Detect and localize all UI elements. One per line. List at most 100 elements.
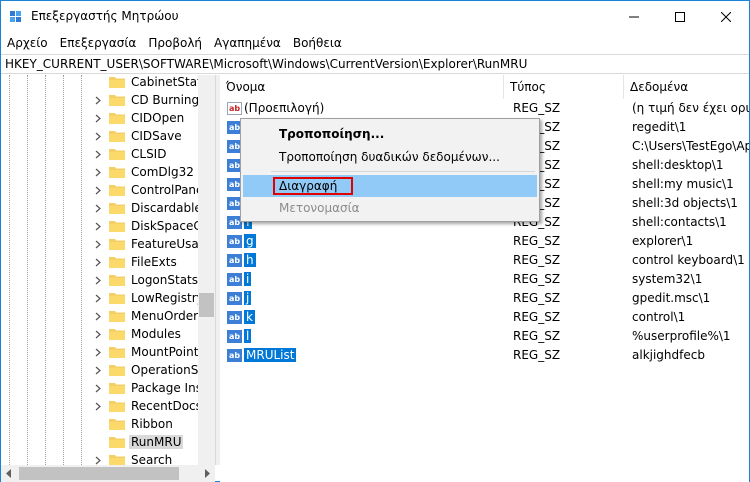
chevron-right-icon[interactable] [93, 253, 103, 271]
chevron-right-icon[interactable] [93, 379, 103, 397]
tree-item[interactable]: Ribbon [93, 415, 175, 433]
maximize-icon [675, 11, 685, 22]
address-bar[interactable]: HKEY_CURRENT_USER\SOFTWARE\Microsoft\Win… [1, 54, 749, 74]
list-row[interactable]: ab MRUList REG_SZ alkjighdfecb [220, 346, 749, 365]
tree-item[interactable]: CabinetState [93, 75, 211, 91]
ctx-delete[interactable]: Διαγραφή [243, 175, 537, 197]
string-value-icon: ab [227, 102, 242, 115]
tree-item[interactable]: LowRegistry [93, 289, 206, 307]
tree-item[interactable]: CLSID [93, 145, 168, 163]
chevron-right-icon[interactable] [93, 181, 103, 199]
string-value-icon: ab [227, 254, 242, 267]
column-header-data[interactable]: Δεδομένα [624, 75, 749, 99]
list-row[interactable]: ab h REG_SZ control keyboard\1 [220, 251, 749, 270]
tree-item[interactable]: CIDOpen [93, 109, 186, 127]
chevron-right-icon[interactable] [93, 217, 103, 235]
tree-item[interactable]: ControlPanel [93, 181, 209, 199]
column-header-type[interactable]: Τύπος [504, 75, 624, 99]
minimize-icon [629, 16, 639, 17]
list-bottom-area [220, 465, 749, 482]
value-data: %userprofile%\1 [632, 329, 731, 343]
scroll-right-icon[interactable] [203, 469, 211, 478]
chevron-right-icon[interactable] [93, 109, 103, 127]
value-name-text: k [244, 310, 255, 324]
chevron-right-icon[interactable] [93, 235, 103, 253]
tree-item[interactable]: MenuOrder [93, 307, 200, 325]
tree-item-label: RecentDocs [131, 399, 202, 413]
value-type: REG_SZ [513, 101, 561, 115]
tree-item[interactable]: Package Insta [93, 379, 215, 397]
menu-edit[interactable]: Επεξεργασία [54, 33, 143, 53]
menu-help[interactable]: Βοήθεια [287, 33, 348, 53]
chevron-right-icon[interactable] [93, 145, 103, 163]
tree-item[interactable]: Modules [93, 325, 183, 343]
tree-item-label: Modules [131, 327, 181, 341]
value-data: shell:contacts\1 [632, 215, 727, 229]
tree-item[interactable]: ComDlg32 [93, 163, 196, 181]
list-row[interactable]: ab k REG_SZ control\1 [220, 308, 749, 327]
tree-horizontal-scrollbar[interactable] [1, 465, 215, 482]
tree-vertical-scrollbar[interactable] [198, 75, 215, 465]
chevron-right-icon[interactable] [93, 163, 103, 181]
tree-item[interactable]: RunMRU [93, 433, 184, 451]
close-button[interactable] [703, 1, 749, 32]
chevron-right-icon[interactable] [93, 361, 103, 379]
value-data: (η τιμή δεν έχει οριστε [632, 101, 749, 115]
column-header-name[interactable]: Όνομα [220, 75, 504, 99]
tree-guide-line [63, 75, 64, 465]
value-name: g [244, 232, 256, 251]
value-data: explorer\1 [632, 234, 694, 248]
window-title: Επεξεργαστής Μητρώου [31, 9, 179, 23]
tree-item[interactable]: Search [93, 451, 174, 465]
chevron-right-icon[interactable] [93, 127, 103, 145]
tree-guide-line [45, 75, 46, 465]
minimize-button[interactable] [611, 1, 657, 32]
tree-item[interactable]: MountPoints [93, 343, 207, 361]
tree-item[interactable]: Discardable [93, 199, 204, 217]
tree-item-label: CLSID [131, 147, 167, 161]
ctx-modify-binary[interactable]: Τροποποίηση δυαδικών δεδομένων... [243, 146, 537, 168]
value-name: MRUList [244, 346, 297, 365]
folder-icon [109, 437, 125, 448]
tree-item[interactable]: FeatureUsage [93, 235, 215, 253]
key-tree[interactable]: CabinetState CD Burning CIDOpen CIDSave CLSI… [1, 75, 215, 465]
list-row[interactable]: ab l REG_SZ %userprofile%\1 [220, 327, 749, 346]
folder-icon [109, 383, 125, 394]
list-row[interactable]: ab j REG_SZ gpedit.msc\1 [220, 289, 749, 308]
tree-item[interactable]: CIDSave [93, 127, 184, 145]
folder-icon [109, 239, 125, 250]
tree-item[interactable]: DiskSpaceCh [93, 217, 211, 235]
list-row[interactable]: ab g REG_SZ explorer\1 [220, 232, 749, 251]
list-row[interactable]: ab (Προεπιλογή) REG_SZ (η τιμή δεν έχει ορι… [220, 99, 749, 118]
chevron-right-icon[interactable] [93, 325, 103, 343]
title-bar[interactable]: Επεξεργαστής Μητρώου [1, 1, 749, 33]
menu-view[interactable]: Προβολή [142, 33, 208, 53]
list-row[interactable]: ab i REG_SZ system32\1 [220, 270, 749, 289]
menu-favorites[interactable]: Αγαπημένα [208, 33, 287, 53]
chevron-right-icon[interactable] [93, 451, 103, 465]
menu-file[interactable]: Αρχείο [1, 33, 54, 53]
chevron-right-icon[interactable] [93, 271, 103, 289]
chevron-right-icon[interactable] [93, 91, 103, 109]
chevron-right-icon[interactable] [93, 307, 103, 325]
tree-item-label: LogonStats [131, 273, 199, 287]
tree-guide-line [9, 75, 10, 465]
chevron-right-icon[interactable] [93, 343, 103, 361]
tree-item[interactable]: OperationSta [93, 361, 212, 379]
tree-item[interactable]: CD Burning [93, 91, 201, 109]
tree-item-label: CD Burning [131, 93, 200, 107]
scroll-left-icon[interactable] [5, 469, 13, 478]
value-name: h [244, 251, 256, 270]
chevron-right-icon[interactable] [93, 289, 103, 307]
scrollbar-thumb[interactable] [199, 293, 214, 317]
chevron-right-icon[interactable] [93, 397, 103, 415]
tree-item[interactable]: RecentDocs [93, 397, 204, 415]
scrollbar-thumb[interactable] [19, 467, 179, 480]
tree-item[interactable]: FileExts [93, 253, 179, 271]
ctx-modify[interactable]: Τροποποίηση... [243, 123, 537, 145]
tree-item[interactable]: LogonStats [93, 271, 200, 289]
chevron-right-icon[interactable] [93, 199, 103, 217]
tree-item-label: LowRegistry [131, 291, 204, 305]
maximize-button[interactable] [657, 1, 703, 32]
context-menu: Τροποποίηση... Τροποποίηση δυαδικών δεδο… [240, 118, 540, 222]
